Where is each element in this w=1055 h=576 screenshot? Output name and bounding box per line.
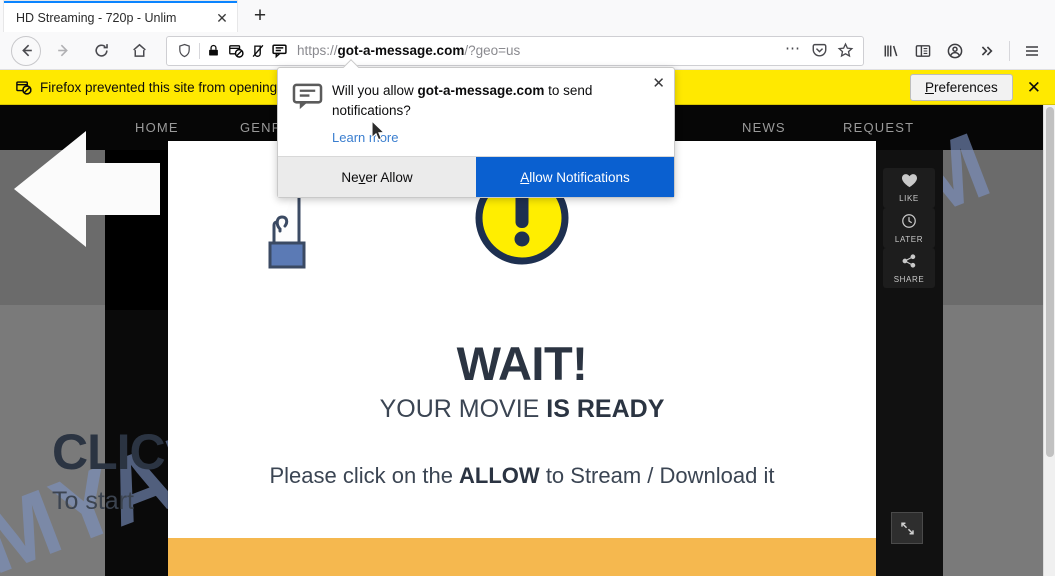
back-arrow-icon[interactable]: [11, 35, 41, 66]
card-footer-bar: [168, 538, 876, 576]
card-subtitle-bold: IS READY: [546, 395, 665, 423]
forward-arrow-icon[interactable]: [47, 35, 79, 67]
navigation-toolbar: https://got-a-message.com/?geo=us ⋯: [0, 32, 1055, 70]
never-allow-accesskey: v: [358, 169, 366, 185]
tab-bar: HD Streaming - 720p - Unlim ✕ +: [0, 0, 1055, 32]
notification-permission-popup: Will you allow got-a-message.com to send…: [277, 67, 675, 198]
shield-icon[interactable]: [173, 43, 195, 58]
instruction-post: to Stream / Download it: [539, 463, 775, 488]
toolbar-divider: [1009, 40, 1010, 61]
instruction-pre: Please click on the: [269, 463, 460, 488]
tab-title: HD Streaming - 720p - Unlim: [16, 10, 177, 25]
share-icon: [901, 253, 917, 274]
rail-button-like[interactable]: LIKE: [883, 168, 935, 208]
big-left-arrow-icon: [8, 125, 166, 258]
url-scheme: https://: [297, 43, 338, 58]
clock-icon: [901, 213, 917, 234]
infobar-close-icon[interactable]: ✕: [1023, 79, 1045, 96]
library-icon[interactable]: [876, 35, 906, 67]
question-domain: got-a-message.com: [417, 83, 545, 98]
page-scrollbar-thumb[interactable]: [1046, 107, 1054, 457]
permission-question: Will you allow got-a-message.com to send…: [332, 81, 656, 120]
notification-bubble-icon: [292, 81, 332, 147]
sitenav-item-request[interactable]: REQUEST: [843, 120, 914, 135]
rail-label-like: LIKE: [899, 194, 919, 203]
popup-blocked-infobar-icon: [10, 79, 36, 96]
browser-window: HD Streaming - 720p - Unlim ✕ + https://…: [0, 0, 1055, 576]
browser-tab[interactable]: HD Streaming - 720p - Unlim ✕: [4, 1, 237, 32]
allow-label-rest: llow Notifications: [529, 169, 630, 185]
new-tab-button[interactable]: +: [245, 1, 275, 31]
urlbar-divider: [199, 42, 200, 59]
social-rail: LIKE LATER SHARE: [875, 150, 943, 576]
mouse-cursor: [371, 119, 386, 147]
pocket-icon[interactable]: [807, 39, 831, 63]
sitenav-item-news[interactable]: NEWS: [742, 120, 786, 135]
rail-label-share: SHARE: [893, 274, 925, 284]
heart-icon: [901, 173, 918, 193]
popup-blocked-icon[interactable]: [226, 41, 245, 60]
notification-permission-icon[interactable]: [270, 41, 289, 60]
rail-button-later[interactable]: LATER: [883, 208, 935, 248]
preferences-accesskey: P: [924, 79, 934, 95]
question-prefix: Will you allow: [332, 83, 418, 98]
pointing-hand-icon: [256, 181, 318, 296]
never-allow-pre: Ne: [341, 169, 359, 185]
preferences-label-rest: references: [933, 79, 998, 95]
learn-more-link[interactable]: Learn more: [332, 130, 398, 145]
url-bar[interactable]: https://got-a-message.com/?geo=us ⋯: [166, 35, 864, 66]
instruction-bold: ALLOW: [459, 463, 540, 488]
url-text: https://got-a-message.com/?geo=us: [297, 43, 520, 58]
never-allow-post: er Allow: [365, 169, 413, 185]
wait-modal-card: WAIT! YOUR MOVIE IS READY Please click o…: [168, 141, 876, 576]
page-actions-icon[interactable]: ⋯: [781, 39, 805, 63]
account-icon[interactable]: [940, 35, 970, 67]
popup-arrow: [343, 59, 359, 68]
rail-label-later: LATER: [894, 234, 924, 244]
lock-icon[interactable]: [204, 41, 223, 60]
home-icon[interactable]: [123, 35, 155, 67]
fullscreen-icon[interactable]: [891, 512, 923, 544]
overflow-chevrons-icon[interactable]: [972, 35, 1002, 67]
allow-notifications-button[interactable]: Allow Notifications: [476, 157, 674, 197]
menu-icon[interactable]: [1017, 35, 1047, 67]
preferences-button[interactable]: Preferences: [909, 73, 1013, 101]
reload-icon[interactable]: [85, 35, 117, 67]
autoplay-blocked-icon[interactable]: [248, 41, 267, 60]
toolbar-icons: [876, 35, 1047, 67]
close-icon[interactable]: ✕: [213, 9, 231, 27]
url-path: /?geo=us: [464, 43, 521, 58]
allow-accesskey: A: [520, 169, 530, 185]
popup-close-icon[interactable]: ✕: [652, 76, 665, 91]
sidebar-icon[interactable]: [908, 35, 938, 67]
card-instruction: Please click on the ALLOW to Stream / Do…: [168, 463, 876, 489]
card-title: WAIT!: [456, 337, 588, 390]
card-subtitle: YOUR MOVIE IS READY: [168, 395, 876, 424]
card-subtitle-plain: YOUR MOVIE: [379, 395, 547, 423]
rail-button-share[interactable]: SHARE: [883, 248, 935, 288]
never-allow-button[interactable]: Ne v er Allow: [278, 157, 476, 197]
url-host: got-a-message.com: [337, 43, 465, 58]
bookmark-star-icon[interactable]: [833, 39, 857, 63]
page-scrollbar[interactable]: [1043, 105, 1055, 576]
